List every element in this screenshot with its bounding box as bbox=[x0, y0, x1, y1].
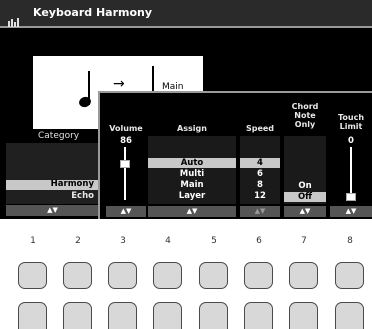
page-title: Keyboard Harmony bbox=[33, 6, 153, 19]
speed-item[interactable]: 8 bbox=[240, 180, 280, 190]
speed-item[interactable]: 6 bbox=[240, 169, 280, 179]
assign-item-selected[interactable]: Auto bbox=[148, 158, 236, 168]
volume-slider-handle[interactable] bbox=[120, 159, 130, 168]
button-number: 1 bbox=[30, 236, 36, 246]
upper-button-7[interactable] bbox=[289, 262, 318, 289]
lower-button-4[interactable] bbox=[153, 302, 182, 329]
display-screen: Keyboard Harmony → Main Category Harmony… bbox=[0, 0, 372, 219]
button-number: 4 bbox=[165, 236, 171, 246]
upper-button-2[interactable] bbox=[63, 262, 92, 289]
upper-button-3[interactable] bbox=[108, 262, 137, 289]
category-scroll-arrows[interactable]: ▲▼ bbox=[6, 205, 99, 216]
upper-button-8[interactable] bbox=[335, 262, 364, 289]
lower-button-2[interactable] bbox=[63, 302, 92, 329]
chord-note-only-item-selected[interactable]: Off bbox=[284, 192, 326, 202]
lower-button-3[interactable] bbox=[108, 302, 137, 329]
lower-button-7[interactable] bbox=[289, 302, 318, 329]
volume-scroll-arrows[interactable]: ▲▼ bbox=[106, 206, 146, 217]
button-number: 5 bbox=[211, 236, 217, 246]
speed-item[interactable]: 12 bbox=[240, 191, 280, 201]
speed-header: Speed bbox=[245, 124, 275, 133]
touch-limit-scroll-arrows[interactable]: ▲▼ bbox=[330, 206, 372, 217]
volume-header: Volume bbox=[109, 124, 143, 133]
speed-scroll-arrows[interactable]: ▲▼ bbox=[240, 206, 280, 217]
volume-slider-track[interactable] bbox=[124, 147, 126, 200]
button-number: 7 bbox=[301, 236, 307, 246]
keyboard-harmony-icon bbox=[8, 8, 28, 27]
assign-scroll-arrows[interactable]: ▲▼ bbox=[148, 206, 236, 217]
button-number: 2 bbox=[75, 236, 81, 246]
arrow-right-icon: → bbox=[113, 76, 125, 92]
button-number: 8 bbox=[347, 236, 353, 246]
assign-item[interactable]: Layer bbox=[148, 191, 236, 201]
upper-button-1[interactable] bbox=[18, 262, 47, 289]
touch-limit-slider-handle[interactable] bbox=[346, 193, 356, 202]
upper-button-4[interactable] bbox=[153, 262, 182, 289]
touch-limit-slider-track[interactable] bbox=[350, 147, 352, 200]
upper-button-6[interactable] bbox=[244, 262, 273, 289]
button-number: 6 bbox=[256, 236, 262, 246]
button-number: 3 bbox=[120, 236, 126, 246]
lower-button-6[interactable] bbox=[244, 302, 273, 329]
lower-button-5[interactable] bbox=[199, 302, 228, 329]
category-item[interactable]: Echo bbox=[6, 191, 99, 201]
chord-note-only-item[interactable]: On bbox=[284, 181, 326, 191]
chord-note-only-scroll-arrows[interactable]: ▲▼ bbox=[284, 206, 326, 217]
title-bar: Keyboard Harmony bbox=[0, 0, 372, 28]
chord-note-only-header: Chord Note Only bbox=[291, 102, 319, 129]
assign-item[interactable]: Main bbox=[148, 180, 236, 190]
upper-button-5[interactable] bbox=[199, 262, 228, 289]
volume-value: 86 bbox=[120, 136, 132, 146]
touch-limit-value: 0 bbox=[348, 136, 354, 146]
category-item-selected[interactable]: Harmony bbox=[6, 179, 99, 190]
speed-item-selected[interactable]: 4 bbox=[240, 158, 280, 168]
lower-button-1[interactable] bbox=[18, 302, 47, 329]
touch-limit-header: Touch Limit bbox=[337, 113, 365, 131]
settings-overlay: Volume 86 ▲▼ Assign Auto Multi Main Laye… bbox=[98, 91, 372, 219]
category-label: Category bbox=[38, 131, 80, 141]
assign-item[interactable]: Multi bbox=[148, 169, 236, 179]
assign-header: Assign bbox=[177, 124, 207, 133]
lower-button-8[interactable] bbox=[335, 302, 364, 329]
